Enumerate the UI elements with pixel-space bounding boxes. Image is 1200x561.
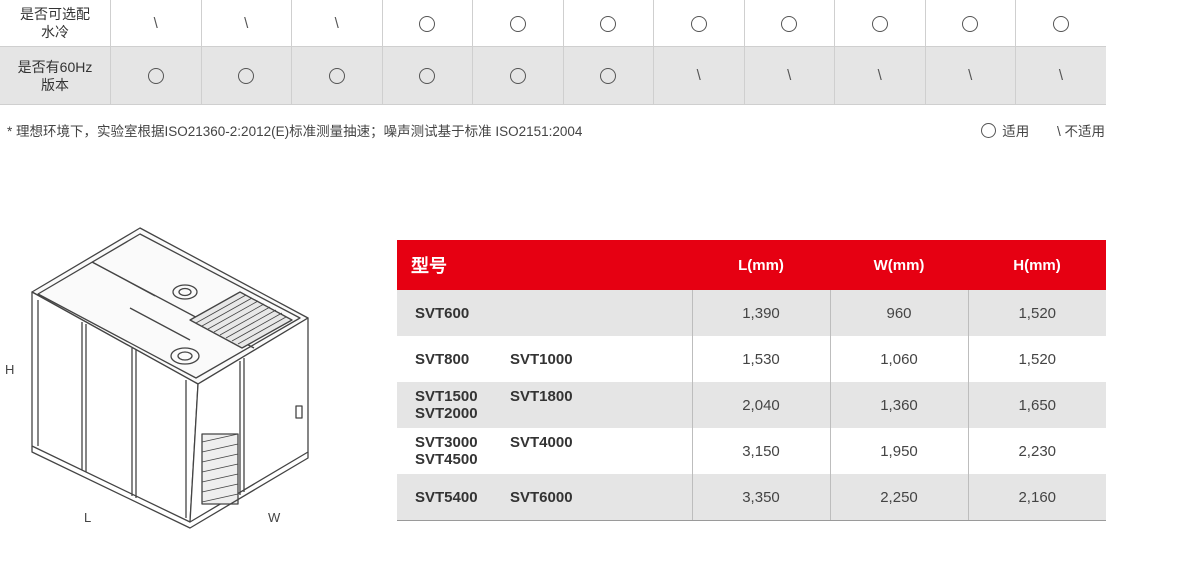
spec-cell xyxy=(291,46,383,105)
value-h: 1,520 xyxy=(967,336,1106,382)
header-w: W(mm) xyxy=(830,240,968,290)
table-row: SVT800 SVT1000 1,530 1,060 1,520 xyxy=(397,336,1106,382)
circle-icon xyxy=(509,68,526,85)
spec-cell: \ xyxy=(925,46,1016,105)
dimension-label-h: H xyxy=(5,362,15,377)
circle-icon xyxy=(147,68,164,85)
spec-cell: \ xyxy=(653,46,745,105)
circle-icon xyxy=(1053,15,1069,32)
dimensions-table: 型号 L(mm) W(mm) H(mm) SVT600 1,390 960 1,… xyxy=(397,240,1106,521)
legend-not-applicable: \ 不适用 xyxy=(1056,124,1105,139)
machine-illustration xyxy=(31,227,309,529)
model-cell: SVT5400 SVT6000 xyxy=(397,474,692,521)
spec-cell xyxy=(472,46,564,105)
spec-cell xyxy=(382,46,473,105)
table-row: SVT1500 SVT1800SVT2000 2,040 1,360 1,650 xyxy=(397,382,1106,428)
value-l: 1,390 xyxy=(691,290,830,336)
circle-icon xyxy=(871,15,888,32)
spec-cell: \ xyxy=(744,46,835,105)
spec-cell: \ xyxy=(1015,46,1106,105)
circle-icon xyxy=(238,68,255,85)
spec-row-water-cooling: 是否可选配 水冷 \ \ \ xyxy=(0,0,1106,47)
circle-icon xyxy=(419,68,436,85)
spec-cell: \ xyxy=(291,0,383,47)
spec-cell xyxy=(925,0,1016,47)
circle-icon xyxy=(600,15,617,32)
model-cell: SVT1500 SVT1800SVT2000 xyxy=(397,382,692,428)
dimensions-header: 型号 L(mm) W(mm) H(mm) xyxy=(397,240,1106,290)
circle-icon xyxy=(962,15,979,32)
circle-icon xyxy=(690,15,707,32)
spec-cell xyxy=(563,46,654,105)
spec-cell xyxy=(472,0,564,47)
value-h: 1,650 xyxy=(967,382,1106,428)
machine-drawing: H L W xyxy=(0,220,330,540)
spec-cell xyxy=(563,0,654,47)
legend-applicable: 适用 xyxy=(981,123,1033,139)
circle-icon xyxy=(781,15,798,32)
spec-cell: \ xyxy=(110,0,202,47)
spec-cell xyxy=(201,46,292,105)
value-l: 2,040 xyxy=(691,382,830,428)
model-cell: SVT600 xyxy=(397,290,692,336)
spec-cell: \ xyxy=(834,46,926,105)
row-label: 是否可选配 水冷 xyxy=(0,0,111,47)
spec-cell xyxy=(653,0,745,47)
value-h: 1,520 xyxy=(967,290,1106,336)
spec-cell: \ xyxy=(201,0,292,47)
spec-row-60hz: 是否有60Hz 版本 \ \ \ \ \ xyxy=(0,46,1106,105)
circle-icon xyxy=(419,15,436,32)
table-row: SVT3000 SVT4000SVT4500 3,150 1,950 2,230 xyxy=(397,428,1106,474)
value-w: 960 xyxy=(829,290,968,336)
model-cell: SVT800 SVT1000 xyxy=(415,350,573,368)
spec-cell xyxy=(382,0,473,47)
value-h: 2,160 xyxy=(967,474,1106,521)
circle-icon xyxy=(981,123,997,138)
value-w: 1,060 xyxy=(829,336,968,382)
header-h: H(mm) xyxy=(968,240,1106,290)
circle-icon xyxy=(328,68,345,85)
dimension-label-l: L xyxy=(84,510,92,525)
value-l: 3,150 xyxy=(691,428,830,474)
value-w: 2,250 xyxy=(829,474,968,521)
value-w: 1,360 xyxy=(829,382,968,428)
model-cell: SVT3000 SVT4000SVT4500 xyxy=(415,434,573,468)
spec-cell xyxy=(1015,0,1106,47)
table-row: SVT600 1,390 960 1,520 xyxy=(397,290,1106,336)
value-l: 1,530 xyxy=(691,336,830,382)
value-h: 2,230 xyxy=(967,428,1106,474)
row-label: 是否有60Hz 版本 xyxy=(0,46,111,105)
table-row: SVT5400 SVT6000 3,350 2,250 2,160 xyxy=(397,474,1106,521)
circle-icon xyxy=(509,15,526,32)
spec-cell xyxy=(834,0,926,47)
spec-table: 是否可选配 水冷 \ \ \ 是否有60Hz 版本 \ \ \ \ \ xyxy=(0,0,1106,105)
value-l: 3,350 xyxy=(691,474,830,521)
spec-cell xyxy=(110,46,202,105)
value-w: 1,950 xyxy=(829,428,968,474)
dimension-label-w: W xyxy=(268,510,281,525)
header-model: 型号 xyxy=(397,240,692,290)
footnote: * 理想环境下，实验室根据ISO21360-2:2012(E)标准测量抽速；噪声… xyxy=(7,124,583,139)
legend: 适用 \ 不适用 xyxy=(957,120,1105,140)
header-l: L(mm) xyxy=(692,240,830,290)
circle-icon xyxy=(600,68,617,85)
spec-cell xyxy=(744,0,835,47)
